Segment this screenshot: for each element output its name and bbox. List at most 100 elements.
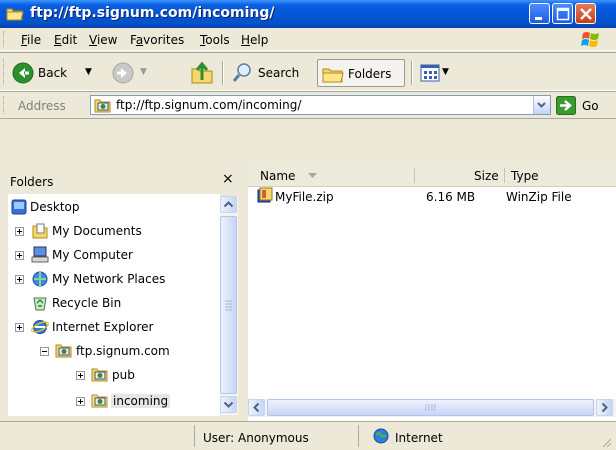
windows-logo-icon bbox=[581, 32, 599, 47]
tree-item-my-documents[interactable]: My Documents bbox=[8, 220, 218, 242]
expand-plus-icon[interactable] bbox=[76, 397, 85, 406]
address-grip[interactable] bbox=[3, 96, 6, 114]
collapse-minus-icon[interactable] bbox=[40, 347, 49, 356]
folders-button[interactable]: Folders bbox=[317, 59, 405, 87]
column-header-name[interactable]: Name bbox=[260, 169, 295, 183]
chevron-down-icon bbox=[537, 102, 546, 108]
tree-item-my-computer[interactable]: My Computer bbox=[8, 244, 218, 266]
address-value: ftp://ftp.signum.com/incoming/ bbox=[116, 98, 302, 112]
folder-tree-vertical-scrollbar[interactable] bbox=[220, 196, 238, 415]
menu-tools[interactable]: Tools bbox=[200, 33, 230, 47]
resize-grip-icon[interactable] bbox=[600, 436, 612, 448]
scroll-up-button[interactable] bbox=[220, 196, 237, 213]
tree-item-label: My Network Places bbox=[52, 272, 166, 286]
scroll-thumb[interactable] bbox=[267, 399, 594, 416]
ftp-site-icon bbox=[94, 99, 111, 113]
scroll-thumb[interactable] bbox=[220, 216, 237, 394]
tree-item-ftp-signum[interactable]: ftp.signum.com bbox=[8, 340, 218, 362]
toolbar-separator bbox=[411, 61, 413, 85]
tree-item-label: My Documents bbox=[52, 224, 142, 238]
maximize-button[interactable] bbox=[552, 3, 573, 24]
expand-plus-icon[interactable] bbox=[15, 275, 24, 284]
address-input[interactable]: ftp://ftp.signum.com/incoming/ bbox=[90, 95, 551, 115]
forward-dropdown-icon[interactable]: ▼ bbox=[140, 67, 147, 77]
expand-plus-icon[interactable] bbox=[76, 371, 85, 380]
tree-item-pub[interactable]: pub bbox=[8, 364, 218, 386]
tree-item-desktop[interactable]: Desktop bbox=[8, 196, 218, 218]
menu-help[interactable]: Help bbox=[241, 33, 268, 47]
toolbar-separator bbox=[222, 61, 224, 85]
back-dropdown-icon[interactable]: ▼ bbox=[85, 67, 92, 77]
folders-pane-title: Folders bbox=[10, 175, 54, 189]
network-places-icon bbox=[32, 271, 48, 287]
close-button[interactable] bbox=[575, 3, 596, 24]
tree-item-label: incoming bbox=[111, 394, 171, 408]
menu-grip[interactable] bbox=[3, 31, 6, 47]
menu-file[interactable]: File bbox=[21, 33, 41, 47]
tree-item-incoming[interactable]: incoming bbox=[8, 390, 218, 412]
views-button[interactable]: ▼ bbox=[416, 59, 456, 87]
forward-button[interactable]: ▼ bbox=[110, 59, 160, 87]
forward-arrow-icon bbox=[112, 62, 134, 84]
search-button[interactable]: Search bbox=[229, 59, 311, 87]
tree-item-label: pub bbox=[112, 368, 135, 382]
tree-item-label: My Computer bbox=[52, 248, 133, 262]
search-label: Search bbox=[258, 66, 300, 80]
file-list-horizontal-scrollbar[interactable] bbox=[248, 399, 616, 417]
chevron-up-icon bbox=[223, 201, 234, 208]
grip-lines-icon bbox=[225, 300, 232, 311]
address-bar: Address ftp://ftp.signum.com/incoming/ G… bbox=[0, 91, 616, 119]
minimize-button[interactable] bbox=[529, 3, 550, 24]
ftp-folder-icon bbox=[91, 368, 108, 382]
tree-item-internet-explorer[interactable]: Internet Explorer bbox=[8, 316, 218, 338]
menu-view[interactable]: View bbox=[89, 33, 117, 47]
window-title: ftp://ftp.signum.com/incoming/ bbox=[30, 5, 275, 21]
sort-descending-icon bbox=[308, 173, 317, 178]
column-divider[interactable] bbox=[504, 168, 505, 183]
ftp-folder-open-icon bbox=[91, 394, 108, 408]
scroll-down-button[interactable] bbox=[220, 396, 237, 413]
grip-lines-icon bbox=[425, 404, 436, 411]
search-icon bbox=[232, 63, 251, 82]
column-header-type[interactable]: Type bbox=[511, 169, 539, 183]
address-dropdown-button[interactable] bbox=[533, 96, 550, 114]
scroll-right-button[interactable] bbox=[596, 399, 613, 416]
tree-item-label: Desktop bbox=[30, 200, 80, 214]
tree-item-label: Internet Explorer bbox=[52, 320, 154, 334]
up-folder-icon[interactable] bbox=[190, 61, 214, 85]
scroll-left-button[interactable] bbox=[248, 399, 265, 416]
title-bar[interactable]: ftp://ftp.signum.com/incoming/ bbox=[0, 0, 616, 28]
go-button[interactable]: Go bbox=[582, 99, 599, 113]
recycle-bin-icon bbox=[33, 297, 47, 311]
status-user: User: Anonymous bbox=[203, 431, 309, 445]
my-computer-icon bbox=[31, 246, 49, 263]
column-divider[interactable] bbox=[414, 168, 415, 183]
close-icon bbox=[580, 8, 592, 20]
ftp-site-icon bbox=[55, 344, 72, 358]
back-button[interactable]: Back ▼ bbox=[10, 59, 105, 87]
go-arrow-icon[interactable] bbox=[556, 96, 576, 115]
status-zone: Internet bbox=[395, 431, 443, 445]
tree-item-my-network-places[interactable]: My Network Places bbox=[8, 268, 218, 290]
internet-explorer-icon bbox=[31, 320, 49, 334]
expand-plus-icon[interactable] bbox=[15, 227, 24, 236]
folders-pane-header: Folders × bbox=[0, 166, 244, 194]
ftp-folder-icon bbox=[6, 8, 24, 21]
file-row[interactable]: MyFile.zip 6.16 MB WinZip File bbox=[248, 187, 616, 207]
menu-favorites[interactable]: Favorites bbox=[130, 33, 184, 47]
tree-item-recycle-bin[interactable]: Recycle Bin bbox=[8, 292, 218, 314]
views-dropdown-icon: ▼ bbox=[442, 67, 449, 77]
column-header-size[interactable]: Size bbox=[474, 169, 499, 183]
toolbar-grip[interactable] bbox=[3, 59, 6, 85]
status-bar: User: Anonymous Internet bbox=[0, 421, 616, 450]
menu-edit[interactable]: Edit bbox=[54, 33, 77, 47]
status-user-panel: User: Anonymous bbox=[194, 425, 355, 447]
standard-toolbar: Back ▼ ▼ Search Folders ▼ bbox=[0, 52, 616, 91]
expand-plus-icon[interactable] bbox=[15, 323, 24, 332]
back-label: Back bbox=[38, 66, 68, 80]
folders-close-button[interactable]: × bbox=[222, 171, 234, 187]
status-zone-panel: Internet bbox=[358, 425, 615, 447]
my-documents-icon bbox=[32, 223, 48, 239]
expand-plus-icon[interactable] bbox=[15, 251, 24, 260]
chevron-left-icon bbox=[253, 402, 260, 413]
